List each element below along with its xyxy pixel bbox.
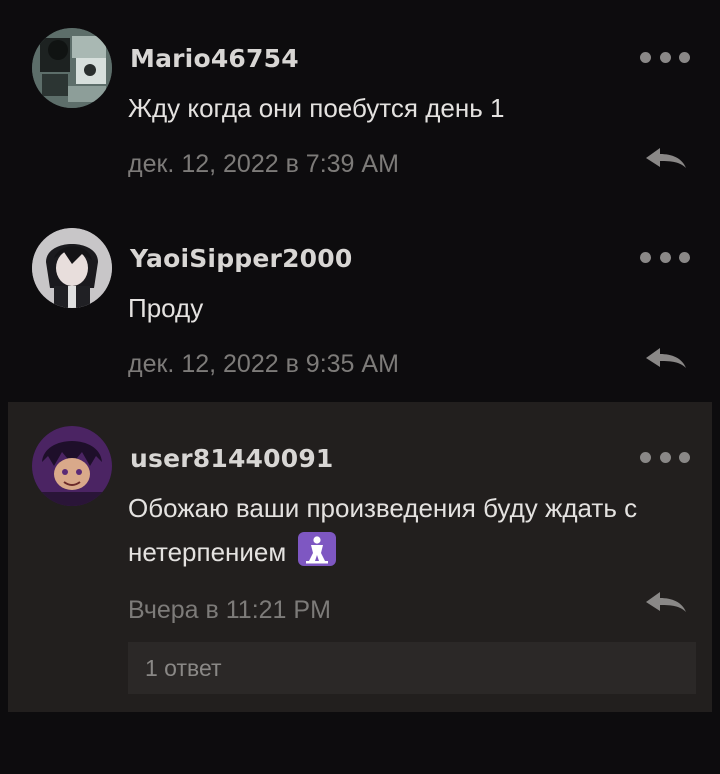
reply-icon[interactable] <box>644 588 688 618</box>
comment-text: Проду <box>128 293 204 323</box>
username[interactable]: YaoiSipper2000 <box>130 244 352 273</box>
username[interactable]: user81440091 <box>130 444 334 473</box>
comment-text: Жду когда они поебутся день 1 <box>128 93 505 123</box>
comment-item: YaoiSipper2000 Проду дек. 12, 2022 в 9:3… <box>0 200 720 400</box>
replies-count-label: 1 ответ <box>145 655 222 681</box>
avatar-image <box>32 426 112 506</box>
more-options-icon[interactable] <box>640 47 690 67</box>
comment-text: Обожаю ваши произведения буду ждать с не… <box>128 486 698 574</box>
username[interactable]: Mario46754 <box>130 44 299 73</box>
avatar-image <box>32 228 112 308</box>
more-options-icon[interactable] <box>640 247 690 267</box>
comment-timestamp: дек. 12, 2022 в 9:35 AM <box>128 350 399 378</box>
more-options-icon[interactable] <box>640 447 690 467</box>
place-of-worship-emoji-icon <box>298 532 337 566</box>
comment-item: Mario46754 Жду когда они поебутся день 1… <box>0 0 720 200</box>
comment-timestamp: дек. 12, 2022 в 7:39 AM <box>128 150 399 178</box>
reply-icon[interactable] <box>644 344 688 374</box>
avatar[interactable] <box>32 228 112 308</box>
view-replies-button[interactable]: 1 ответ <box>128 642 696 694</box>
avatar[interactable] <box>32 28 112 108</box>
comment-item-highlighted: user81440091 Обожаю ваши произведения бу… <box>8 402 712 712</box>
comment-timestamp: Вчера в 11:21 PM <box>128 596 331 624</box>
avatar[interactable] <box>32 426 112 506</box>
reply-icon[interactable] <box>644 144 688 174</box>
avatar-image <box>32 28 112 108</box>
comment-text-content: Обожаю ваши произведения буду ждать с не… <box>128 493 638 567</box>
